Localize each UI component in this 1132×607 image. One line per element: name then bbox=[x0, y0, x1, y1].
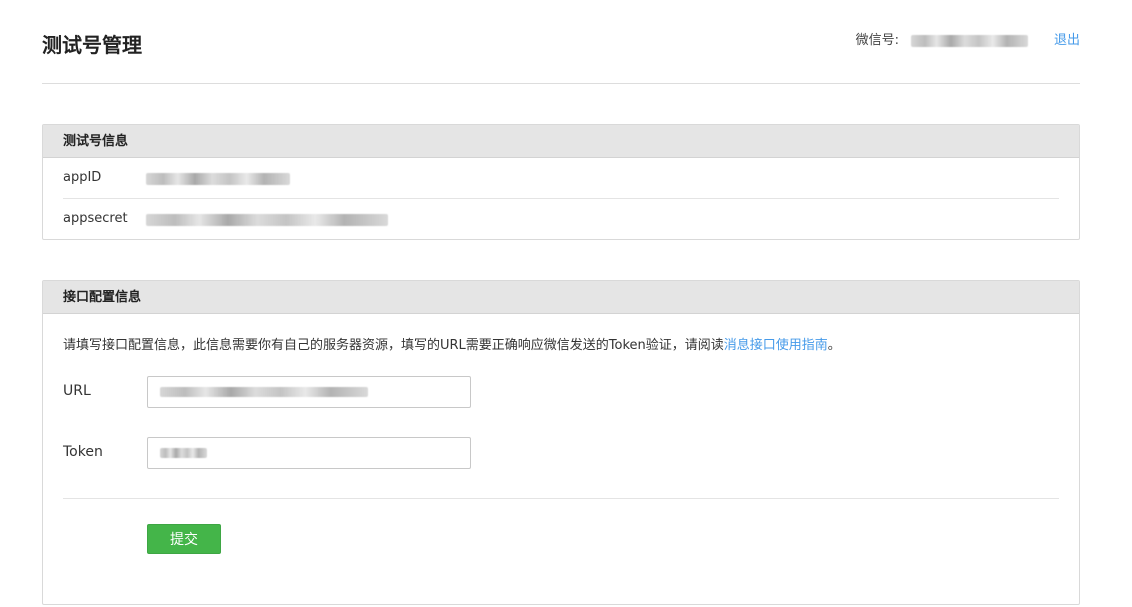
test-account-panel-title: 测试号信息 bbox=[43, 125, 1079, 158]
account-info: 微信号: 退出 bbox=[856, 32, 1080, 50]
wechat-id-label: 微信号: bbox=[855, 33, 899, 48]
config-description-text: 请填写接口配置信息，此信息需要你有自己的服务器资源，填写的URL需要正确响应微信… bbox=[63, 338, 724, 353]
token-label: Token bbox=[63, 444, 103, 460]
url-value-redacted bbox=[160, 387, 368, 397]
appsecret-label: appsecret bbox=[63, 211, 128, 226]
appid-row: appID bbox=[63, 158, 1059, 198]
interface-config-panel: 接口配置信息 请填写接口配置信息，此信息需要你有自己的服务器资源，填写的URL需… bbox=[42, 280, 1080, 605]
appid-label: appID bbox=[63, 170, 102, 185]
config-description: 请填写接口配置信息，此信息需要你有自己的服务器资源，填写的URL需要正确响应微信… bbox=[63, 337, 841, 355]
config-description-end: 。 bbox=[827, 338, 841, 353]
page-title: 测试号管理 bbox=[42, 33, 142, 57]
token-value-redacted bbox=[160, 448, 207, 458]
appsecret-row: appsecret bbox=[63, 198, 1059, 238]
token-input[interactable] bbox=[147, 437, 471, 469]
page-header: 测试号管理 微信号: 退出 bbox=[42, 0, 1080, 84]
submit-button[interactable]: 提交 bbox=[147, 524, 221, 554]
appid-value-redacted bbox=[146, 173, 290, 185]
appsecret-value-redacted bbox=[146, 214, 388, 226]
interface-config-panel-title: 接口配置信息 bbox=[43, 281, 1079, 314]
url-input[interactable] bbox=[147, 376, 471, 408]
test-account-panel: 测试号信息 appID appsecret bbox=[42, 124, 1080, 240]
message-api-guide-link[interactable]: 消息接口使用指南 bbox=[724, 338, 828, 353]
logout-link[interactable]: 退出 bbox=[1054, 32, 1080, 50]
url-label: URL bbox=[63, 383, 91, 399]
wechat-id-redacted bbox=[910, 35, 1028, 47]
form-divider bbox=[63, 498, 1059, 499]
